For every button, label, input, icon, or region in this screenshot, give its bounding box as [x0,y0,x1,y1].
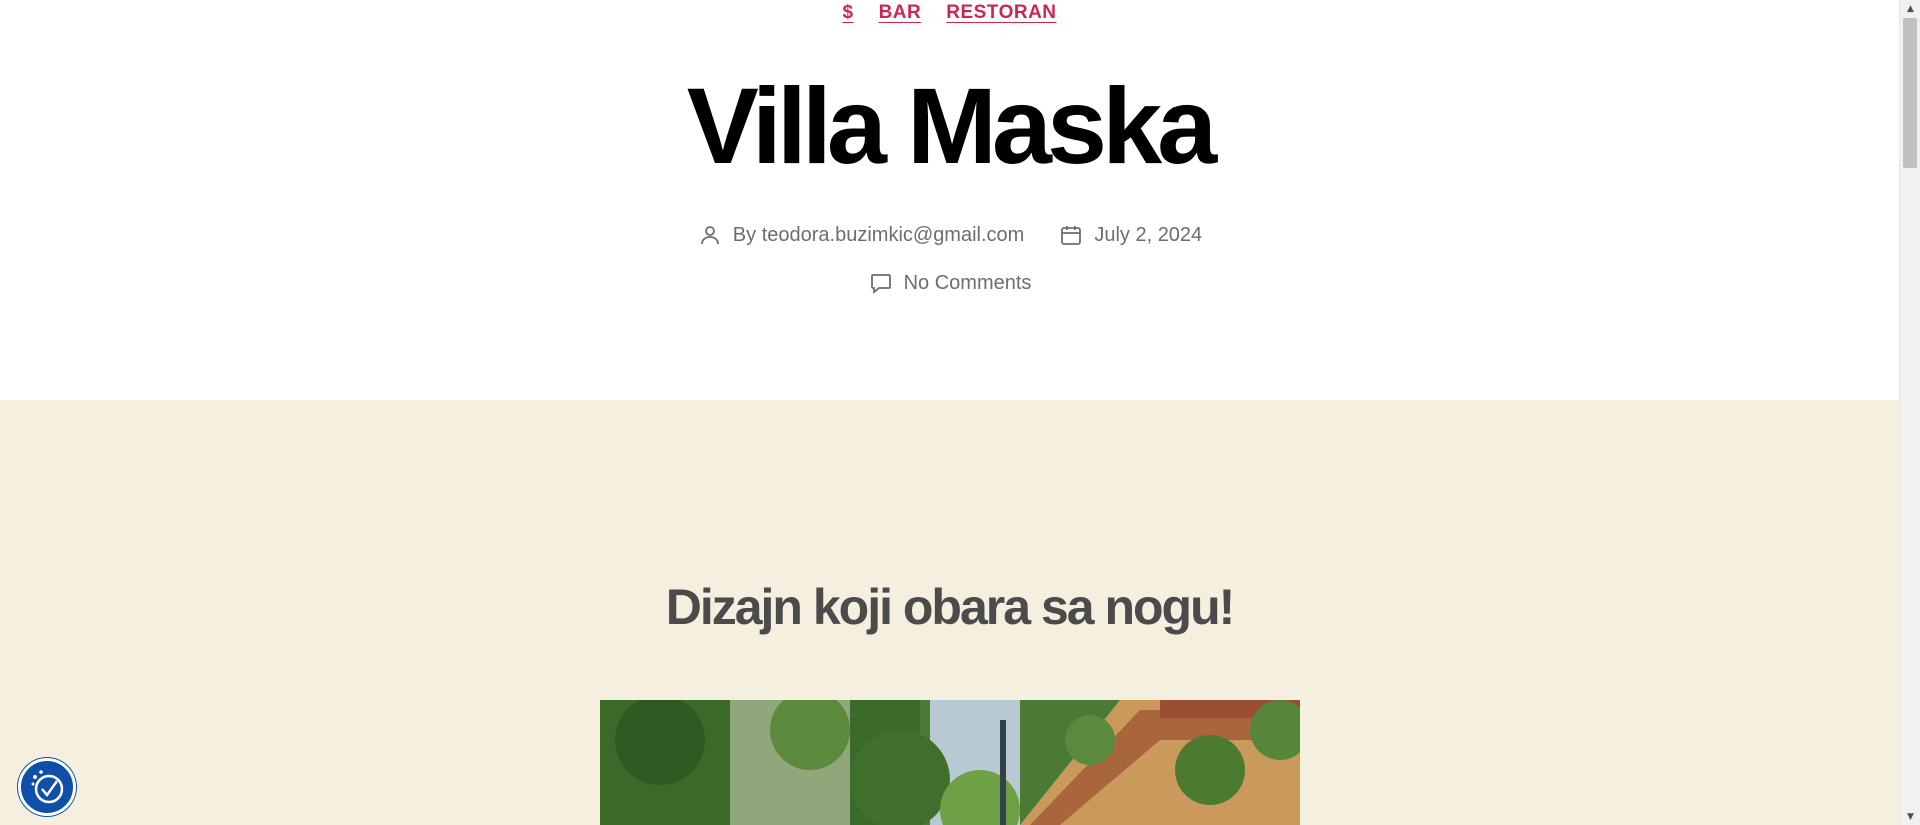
post-date: July 2, 2024 [1058,222,1202,248]
comment-icon [868,270,894,296]
accessibility-icon [31,770,64,804]
villa-photo [600,700,1300,825]
post-author: By teodora.buzimkic@gmail.com [697,222,1025,248]
category-link-dollar[interactable]: $ [842,2,853,24]
section-heading: Dizajn koji obara sa nogu! [665,579,1236,635]
page: $ BAR RESTORAN Villa Maska By teodora.bu… [0,0,1899,825]
category-links: $ BAR RESTORAN [0,2,1899,24]
comments-link[interactable]: No Comments [904,272,1032,295]
scroll-up-arrow[interactable]: ▲ [1900,0,1920,17]
category-link-restoran[interactable]: RESTORAN [946,2,1056,24]
author-prefix: By [732,223,762,246]
post-content: Dizajn koji obara sa nogu! [0,400,1899,825]
post-comments: No Comments [868,270,1032,296]
scrollbar-thumb[interactable] [1903,18,1917,168]
post-meta-comments: No Comments [0,270,1899,296]
date-link[interactable]: July 2, 2024 [1094,224,1202,247]
villa-photo-art [600,700,1300,825]
scroll-down-arrow[interactable]: ▼ [1900,808,1920,825]
accessibility-button[interactable] [18,758,76,816]
scrollbar[interactable]: ▲ ▼ [1899,0,1920,825]
post-meta: By teodora.buzimkic@gmail.com July 2, 20… [0,222,1899,248]
post-header: $ BAR RESTORAN Villa Maska By teodora.bu… [0,0,1899,400]
author-link[interactable]: teodora.buzimkic@gmail.com [762,224,1025,246]
post-title: Villa Maska [686,65,1217,186]
category-link-bar[interactable]: BAR [879,2,922,24]
calendar-icon [1058,222,1084,248]
person-icon [697,222,723,248]
